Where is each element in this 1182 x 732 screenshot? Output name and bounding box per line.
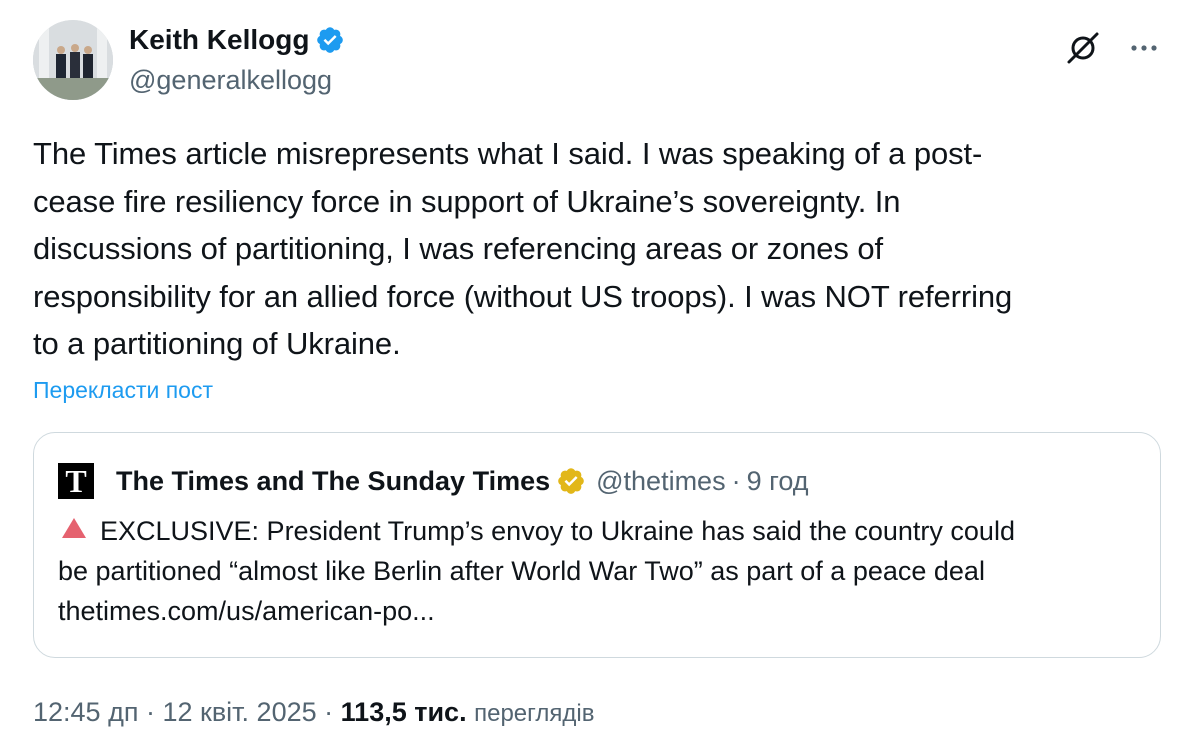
quote-author-handle[interactable]: @thetimes: [596, 466, 725, 497]
tweet-text-line: discussions of partitioning, I was refer…: [33, 231, 883, 266]
quote-text-line-content: EXCLUSIVE: President Trump’s envoy to Uk…: [100, 516, 1015, 546]
author-avatar[interactable]: [33, 20, 113, 100]
quote-author-avatar[interactable]: T: [58, 463, 94, 499]
quote-timestamp[interactable]: 9 год: [747, 466, 809, 497]
quote-text-line: EXCLUSIVE: President Trump’s envoy to Uk…: [58, 511, 1148, 551]
quote-text: EXCLUSIVE: President Trump’s envoy to Uk…: [58, 511, 1148, 631]
gold-verified-badge-icon: [558, 468, 584, 494]
views-count: 113,5 тис.: [340, 697, 467, 727]
author-name-text: Keith Kellogg: [129, 24, 310, 55]
tweet-text-line: to a partitioning of Ukraine.: [33, 326, 401, 361]
translate-post-link[interactable]: Перекласти пост: [33, 374, 213, 406]
quoted-tweet-card[interactable]: T The Times and The Sunday Times @thetim…: [33, 432, 1161, 658]
grok-icon[interactable]: [1064, 28, 1102, 66]
footer-separator: ·: [145, 697, 155, 727]
quote-link-text: thetimes.com/us/american-po...: [58, 596, 435, 626]
quote-header: The Times and The Sunday Times @thetimes…: [116, 463, 809, 499]
avatar-photo: [33, 20, 113, 100]
tweet-text-line: responsibility for an allied force (with…: [33, 278, 1013, 314]
footer-separator: ·: [324, 697, 334, 727]
quote-meta-separator: ·: [731, 465, 741, 496]
views-label: переглядів: [474, 700, 595, 727]
tweet-text-line: cease fire resiliency force in support o…: [33, 183, 901, 219]
tweet-text-line: The Times article misrepresents what I s…: [33, 136, 983, 171]
tweet-time[interactable]: 12:45 дп: [33, 697, 138, 727]
author-handle[interactable]: @generalkellogg: [129, 62, 332, 98]
more-options-icon[interactable]: [1126, 30, 1162, 66]
tweet-date[interactable]: 12 квіт. 2025: [162, 697, 316, 727]
tweet-footer: 12:45 дп · 12 квіт. 2025 · 113,5 тис. пе…: [33, 694, 594, 732]
tweet-text: The Times article misrepresents what I s…: [33, 130, 1158, 368]
quote-author-name[interactable]: The Times and The Sunday Times: [116, 466, 550, 497]
quote-text-line: be partitioned “almost like Berlin after…: [58, 556, 985, 586]
author-name[interactable]: Keith Kellogg: [129, 22, 345, 58]
tweet: Keith Kellogg @generalkellogg The Times …: [0, 0, 1182, 727]
red-triangle-icon: [62, 518, 86, 538]
verified-badge-icon: [317, 27, 344, 53]
